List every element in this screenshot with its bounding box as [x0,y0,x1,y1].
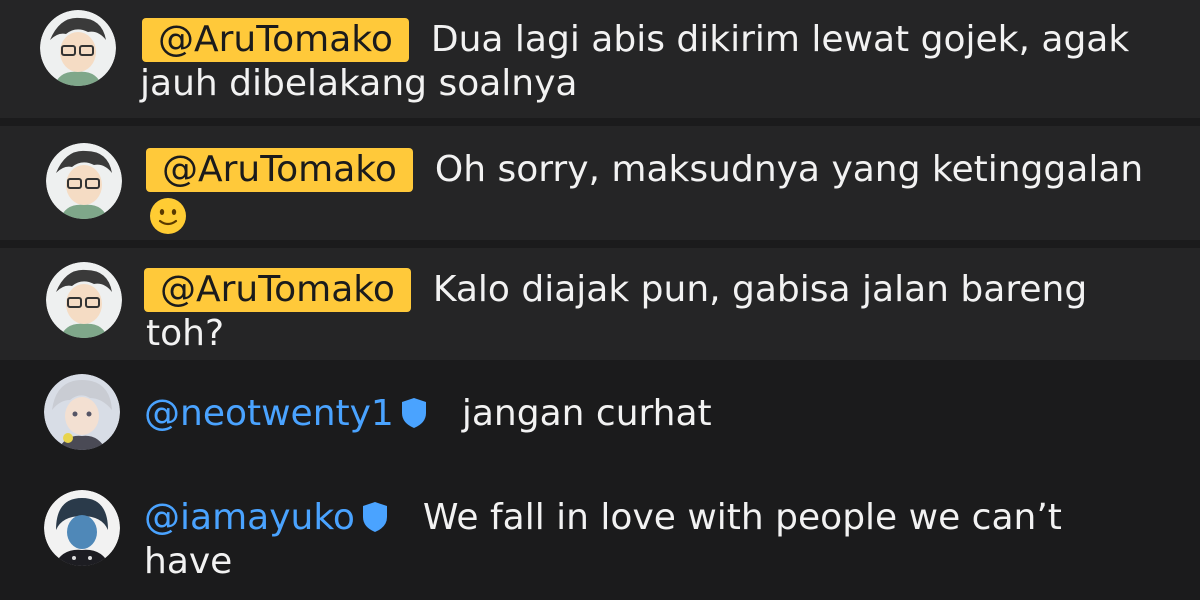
message-line: Dua lagi abis dikirim lewat gojek, agak [430,19,1130,60]
user-avatar[interactable] [46,143,122,219]
user-avatar[interactable] [46,262,122,338]
message-line-wrap: toh? [146,313,225,354]
message-text: @AruTomako Dua lagi abis dikirim lewat go… [142,18,1129,62]
message-text: @AruTomako Kalo diajak pun, gabisa jalan … [144,268,1087,312]
message-line: jangan curhat [461,393,712,434]
message-line-wrap: jauh dibelakang soalnya [140,63,578,104]
message-line: Oh sorry, maksudnya yang ketinggalan [434,149,1144,190]
user-avatar[interactable] [44,490,120,566]
mention-tag[interactable]: @AruTomako [142,18,409,62]
mention-tag[interactable]: @AruTomako [144,268,411,312]
message-text: @AruTomako Oh sorry, maksudnya yang ketin… [146,148,1143,192]
user-avatar[interactable] [40,10,116,86]
message-line: We fall in love with people we can’t [422,497,1062,538]
username-link[interactable]: @iamayuko [144,497,355,538]
message-line-wrap: have [144,541,233,582]
slightly-smiling-face-icon [148,196,188,236]
user-avatar[interactable] [44,374,120,450]
message-text: @neotwenty1 jangan curhat [144,392,712,436]
verified-shield-icon [361,500,389,532]
message-text: @iamayuko We fall in love with people we … [144,496,1062,540]
verified-shield-icon [400,396,428,428]
message-line: Kalo diajak pun, gabisa jalan bareng [432,269,1088,310]
live-chat-feed: @AruTomako Dua lagi abis dikirim lewat go… [0,0,1200,600]
username-link[interactable]: @neotwenty1 [144,393,394,434]
mention-tag[interactable]: @AruTomako [146,148,413,192]
